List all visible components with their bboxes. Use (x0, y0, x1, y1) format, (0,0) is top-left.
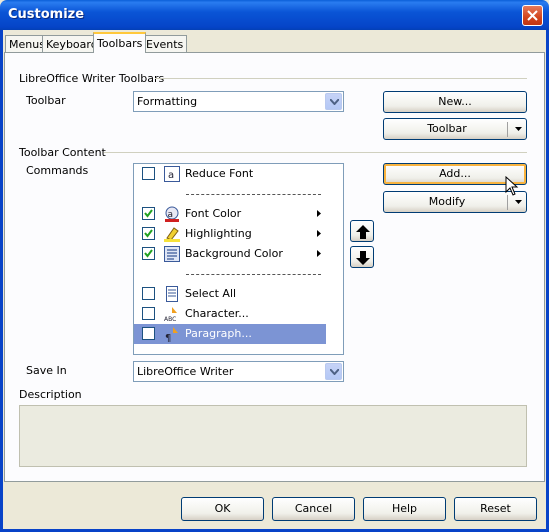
save-in-select[interactable]: LibreOffice Writer (133, 361, 344, 382)
save-in-label: Save In (26, 364, 67, 377)
tab-toolbars[interactable]: Toolbars (93, 32, 147, 53)
highlighting-icon (164, 226, 180, 242)
toolbar-label: Toolbar (26, 94, 66, 107)
list-item-label: Background Color (185, 247, 283, 260)
save-in-value: LibreOffice Writer (137, 365, 234, 378)
character-icon: ABC (164, 306, 180, 323)
background-color-icon (164, 246, 180, 262)
list-item[interactable]: Select All (134, 284, 326, 304)
svg-text:ABC: ABC (164, 316, 176, 322)
checkbox-checked[interactable] (142, 227, 155, 240)
cancel-button[interactable]: Cancel (272, 497, 355, 521)
reduce-font-icon: a (164, 166, 180, 182)
new-button[interactable]: New... (383, 91, 527, 113)
list-divider (134, 264, 326, 284)
list-item-label: Font Color (185, 207, 242, 220)
content-section-heading: Toolbar Content (19, 146, 106, 159)
list-item-label: Select All (185, 287, 237, 300)
list-item-label: Reduce Font (185, 167, 254, 180)
svg-text:a: a (168, 170, 174, 181)
dropdown-arrow-icon (515, 127, 522, 131)
ok-button[interactable]: OK (181, 497, 264, 521)
list-item-label: Highlighting (185, 227, 252, 240)
toolbar-menu-button[interactable]: Toolbar (383, 118, 527, 140)
section-separator (155, 78, 527, 79)
toolbar-select-value: Formatting (137, 95, 198, 108)
section-separator (104, 152, 527, 153)
window-title: Customize (8, 7, 85, 22)
checkbox[interactable] (142, 167, 155, 180)
checkbox[interactable] (142, 327, 155, 340)
button-split (507, 122, 508, 137)
list-item[interactable]: a Reduce Font (134, 164, 326, 184)
submenu-arrow-icon (317, 210, 321, 217)
description-label: Description (19, 388, 82, 401)
move-up-button[interactable] (350, 220, 374, 242)
paragraph-icon: ¶ (164, 326, 180, 344)
toolbar-menu-label: Toolbar (427, 122, 467, 135)
submenu-arrow-icon (317, 230, 321, 237)
checkbox-checked[interactable] (142, 247, 155, 260)
chevron-down-icon[interactable] (325, 93, 342, 110)
toolbar-select[interactable]: Formatting (133, 91, 344, 112)
commands-label: Commands (26, 164, 89, 177)
arrow-down-icon (356, 251, 370, 265)
list-item[interactable]: a Font Color (134, 204, 326, 224)
modify-label: Modify (428, 195, 466, 208)
svg-text:a: a (168, 210, 174, 220)
reset-button[interactable]: Reset (454, 497, 537, 521)
help-button[interactable]: Help (363, 497, 446, 521)
list-item-label: Paragraph... (185, 327, 252, 340)
checkbox-checked[interactable] (142, 207, 155, 220)
select-all-icon (164, 286, 180, 302)
move-down-button[interactable] (350, 246, 374, 268)
description-box (19, 405, 527, 467)
checkbox[interactable] (142, 307, 155, 320)
svg-text:¶: ¶ (165, 333, 171, 342)
close-icon (527, 10, 538, 21)
list-item-label: Character... (185, 307, 249, 320)
font-color-icon: a (164, 206, 180, 222)
submenu-arrow-icon (317, 250, 321, 257)
arrow-up-icon (356, 225, 370, 239)
tab-events[interactable]: Events (142, 35, 188, 52)
button-split (507, 195, 508, 210)
mouse-cursor-icon (505, 176, 519, 196)
checkbox[interactable] (142, 287, 155, 300)
list-item[interactable]: Background Color (134, 244, 326, 264)
commands-list[interactable]: a Reduce Font a Font Color Highlighting … (133, 163, 344, 355)
chevron-down-icon[interactable] (325, 363, 342, 380)
close-button[interactable] (522, 5, 543, 26)
dropdown-arrow-icon (515, 200, 522, 204)
list-item[interactable]: ABC Character... (134, 304, 326, 324)
list-item-selected[interactable]: ¶ Paragraph... (134, 324, 326, 344)
list-divider (134, 184, 326, 204)
toolbars-section-heading: LibreOffice Writer Toolbars (19, 72, 165, 85)
list-item[interactable]: Highlighting (134, 224, 326, 244)
